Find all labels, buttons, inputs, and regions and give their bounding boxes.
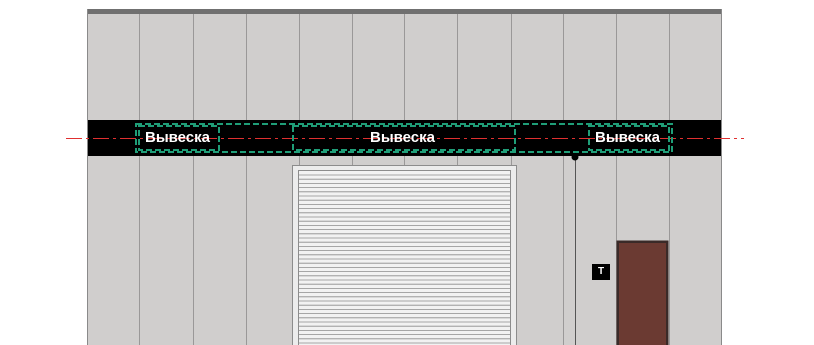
roll-up-shutter — [292, 165, 517, 345]
entrance-door — [616, 240, 669, 345]
door-leaf — [619, 243, 666, 345]
facade-svg — [66, 9, 744, 345]
sign-label-left: Вывеска — [145, 129, 211, 146]
roof-edge — [87, 9, 722, 14]
sign-label-center: Вывеска — [370, 129, 436, 146]
shutter-frame-inner — [298, 170, 511, 345]
sign-label-right: Вывеска — [595, 129, 661, 146]
facade-drawing: Вывеска Вывеска Вывеска Т — [0, 0, 814, 345]
shutter-slats — [299, 174, 510, 344]
t-marker: Т — [592, 264, 610, 280]
